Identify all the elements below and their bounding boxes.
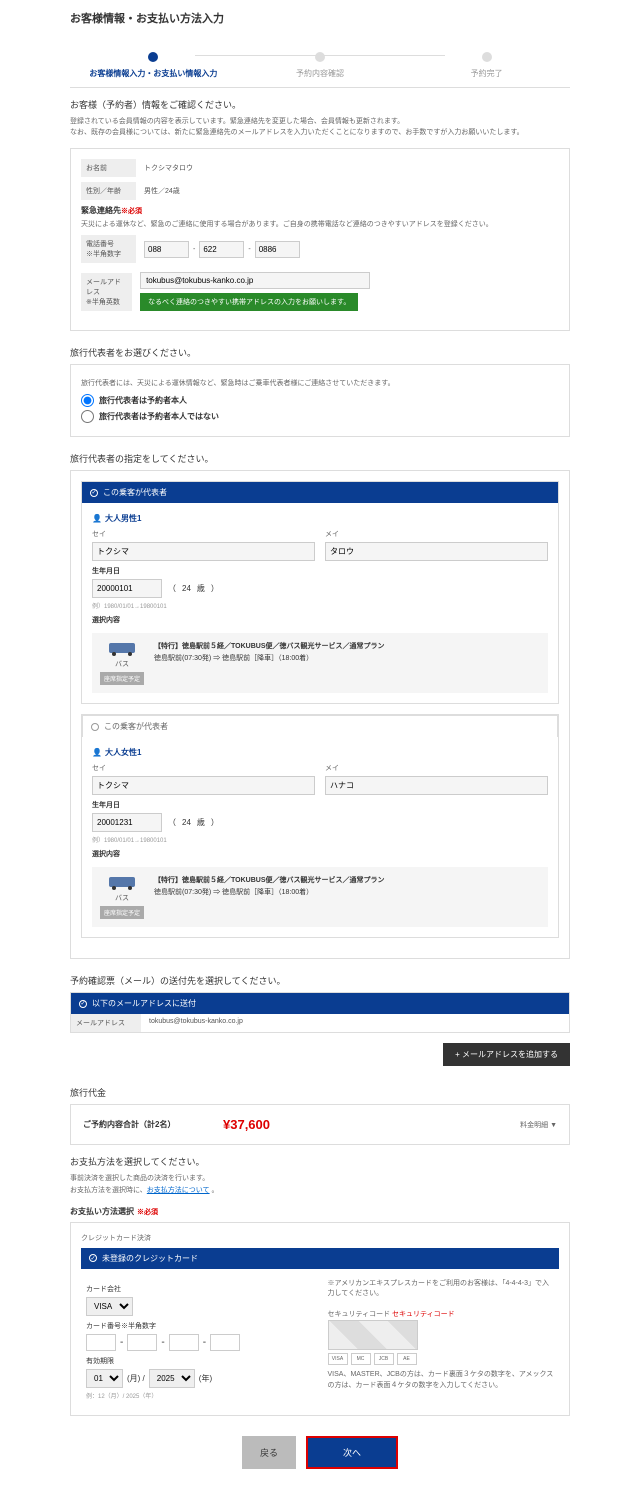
price-panel: ご予約内容合計（計2名） ¥37,600 料金明細 ▼	[70, 1104, 570, 1145]
gender-value: 男性／24歳	[136, 182, 188, 200]
tel-input-1[interactable]	[144, 241, 189, 258]
person-icon: 👤	[92, 748, 102, 757]
tel-input-2[interactable]	[199, 241, 244, 258]
confirm-email-value: tokubus@tokubus-kanko.co.jp	[141, 1014, 251, 1032]
assign-heading: 旅行代表者の指定をしてください。	[70, 452, 570, 465]
page-title: お客様情報・お支払い方法入力	[70, 10, 570, 26]
add-email-button[interactable]: メールアドレスを追加する	[443, 1043, 570, 1066]
passenger-2: この乗客が代表者 👤大人女性1 セイ メイ 生年月日 （ 24 歳） 例）198…	[81, 714, 559, 938]
p1-sei-input[interactable]	[92, 542, 315, 561]
card-num-3[interactable]	[169, 1334, 199, 1351]
cc-header: ✓未登録のクレジットカード	[81, 1248, 559, 1269]
assign-panel: ✓この乗客が代表者 👤大人男性1 セイ メイ 生年月日 （ 24 歳） 例）19…	[70, 470, 570, 959]
passenger-1: ✓この乗客が代表者 👤大人男性1 セイ メイ 生年月日 （ 24 歳） 例）19…	[81, 481, 559, 704]
confirm-email-heading: 予約確認票（メール）の送付先を選択してください。	[70, 974, 570, 987]
bus-icon: バス 座席指定予定	[100, 875, 144, 919]
seat-assign-button[interactable]: 座席指定予定	[100, 672, 144, 685]
required-mark: ※必須	[121, 208, 142, 215]
step-1: お客様情報入力・お支払い情報入力	[70, 46, 237, 79]
security-code-image	[328, 1320, 418, 1350]
card-company-select[interactable]: VISA	[86, 1297, 133, 1316]
rep-radio-other[interactable]	[81, 410, 94, 423]
passenger-1-title: 👤大人男性1	[92, 513, 548, 524]
expiry-year-select[interactable]: 2025	[149, 1369, 195, 1388]
card-num-1[interactable]	[86, 1334, 116, 1351]
amex-note: ※アメリカンエキスプレスカードをご利用のお客様は、「4-4-4-3」で入力してく…	[328, 1279, 555, 1300]
seat-assign-button[interactable]: 座席指定予定	[100, 906, 144, 919]
customer-panel: お名前 トクシマタロウ 性別／年齢 男性／24歳 緊急連絡先※必須 天災による運…	[70, 148, 570, 331]
radio-icon	[91, 723, 99, 731]
payment-desc: 事前決済を選択した商品の決済を行います。 お支払方法を選択時に、お支払方法につい…	[70, 1173, 570, 1195]
next-button[interactable]: 次へ	[306, 1436, 398, 1469]
back-button[interactable]: 戻る	[242, 1436, 296, 1469]
rep-radio-self[interactable]	[81, 394, 94, 407]
price-detail-toggle[interactable]: 料金明細 ▼	[520, 1120, 557, 1130]
customer-heading: お客様（予約者）情報をご確認ください。	[70, 98, 570, 111]
rep-opt1-label: 旅行代表者は予約者本人	[99, 395, 187, 406]
gender-label: 性別／年齢	[81, 182, 136, 200]
card-logos: VISAMCJCBAE	[328, 1353, 555, 1365]
email-hint: なるべく連絡のつきやすい携帯アドレスの入力をお願いします。	[140, 293, 358, 311]
payment-heading: お支払方法を選択してください。	[70, 1155, 570, 1168]
card-num-4[interactable]	[210, 1334, 240, 1351]
email-label: メールアドレス ※半角英数	[81, 273, 132, 311]
check-icon: ✓	[90, 489, 98, 497]
passenger-2-title: 👤大人女性1	[92, 747, 548, 758]
rep-heading: 旅行代表者をお選びください。	[70, 346, 570, 359]
check-icon: ✓	[89, 1254, 97, 1262]
email-input[interactable]	[140, 272, 370, 289]
rep-desc: 旅行代表者には、天災による運休情報など、緊急時はご乗車代表者様にご連絡させていた…	[81, 378, 559, 388]
progress-steps: お客様情報入力・お支払い情報入力 予約内容確認 予約完了	[70, 41, 570, 88]
p2-sei-input[interactable]	[92, 776, 315, 795]
payment-panel: クレジットカード決済 ✓未登録のクレジットカード カード会社 VISA カード番…	[70, 1222, 570, 1416]
expiry-month-select[interactable]: 01	[86, 1369, 123, 1388]
confirm-email-panel: ✓以下のメールアドレスに送付 メールアドレス tokubus@tokubus-k…	[70, 992, 570, 1033]
customer-desc: 登録されている会員情報の内容を表示しています。緊急連絡先を変更した場合、会員情報…	[70, 116, 570, 138]
tel-label: 電話番号 ※半角数字	[81, 235, 136, 263]
tel-input-3[interactable]	[255, 241, 300, 258]
p2-mei-input[interactable]	[325, 776, 548, 795]
price-value: ¥37,600	[223, 1117, 270, 1132]
step-2: 予約内容確認	[237, 46, 404, 79]
rep-panel: 旅行代表者には、天災による運休情報など、緊急時はご乗車代表者様にご連絡させていた…	[70, 364, 570, 437]
payment-method-link[interactable]: お支払方法について	[147, 1187, 210, 1194]
p2-birth-input[interactable]	[92, 813, 162, 832]
confirm-email-header: ✓以下のメールアドレスに送付	[71, 993, 569, 1014]
price-label: ご予約内容合計（計2名）	[83, 1119, 223, 1130]
rep-opt2-label: 旅行代表者は予約者本人ではない	[99, 411, 219, 422]
p1-birth-input[interactable]	[92, 579, 162, 598]
p1-mei-input[interactable]	[325, 542, 548, 561]
emergency-label: 緊急連絡先	[81, 206, 121, 215]
emergency-desc: 天災による運休など、緊急のご連絡に使用する場合があります。ご自身の携帯電話など連…	[81, 219, 559, 229]
passenger-2-header[interactable]: この乗客が代表者	[82, 715, 558, 737]
price-heading: 旅行代金	[70, 1086, 570, 1099]
check-icon: ✓	[79, 1000, 87, 1008]
sec-note: VISA、MASTER、JCBの方は、カード裏面３ケタの数字を、アメックスの方は…	[328, 1370, 555, 1391]
passenger-1-header[interactable]: ✓この乗客が代表者	[82, 482, 558, 503]
name-label: お名前	[81, 159, 136, 177]
step-3: 予約完了	[403, 46, 570, 79]
person-icon: 👤	[92, 514, 102, 523]
card-num-2[interactable]	[127, 1334, 157, 1351]
name-value: トクシマタロウ	[136, 159, 201, 177]
bus-icon: バス 座席指定予定	[100, 641, 144, 685]
